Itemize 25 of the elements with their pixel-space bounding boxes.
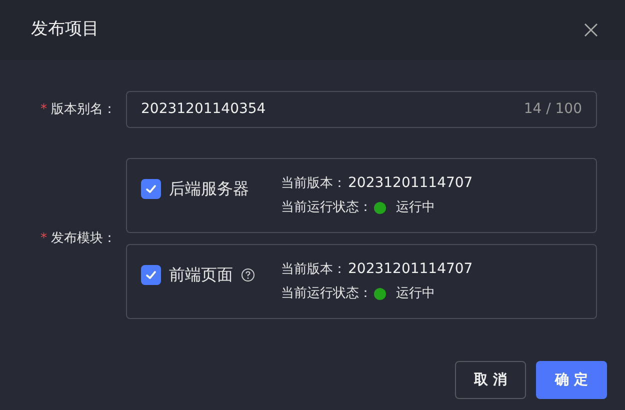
required-mark: *	[40, 230, 47, 248]
help-icon[interactable]	[241, 268, 255, 282]
dialog-title: 发布项目	[31, 18, 99, 42]
checkbox[interactable]	[141, 179, 161, 199]
status-label: 当前运行状态：	[281, 285, 372, 304]
check-icon	[145, 269, 157, 281]
status-text: 运行中	[396, 285, 435, 304]
module-name: 前端页面	[169, 264, 233, 286]
confirm-button[interactable]: 确 定	[536, 361, 607, 399]
status-text: 运行中	[396, 199, 435, 218]
version-label: 当前版本：	[281, 261, 346, 279]
version-value: 20231201114707	[348, 174, 473, 194]
module-name: 后端服务器	[169, 178, 249, 200]
alias-input[interactable]: 20231201140354 14 / 100	[126, 91, 597, 128]
char-counter: 14 / 100	[524, 100, 582, 119]
field-label: 发布模块：	[51, 230, 116, 248]
checkbox[interactable]	[141, 265, 161, 285]
required-mark: *	[40, 100, 47, 119]
check-icon	[145, 183, 157, 195]
status-label: 当前运行状态：	[281, 199, 372, 218]
field-label: 版本别名：	[51, 100, 116, 119]
version-value: 20231201114707	[348, 260, 473, 280]
version-label: 当前版本：	[281, 175, 346, 193]
cancel-button[interactable]: 取 消	[455, 361, 526, 399]
close-icon[interactable]	[584, 23, 598, 37]
